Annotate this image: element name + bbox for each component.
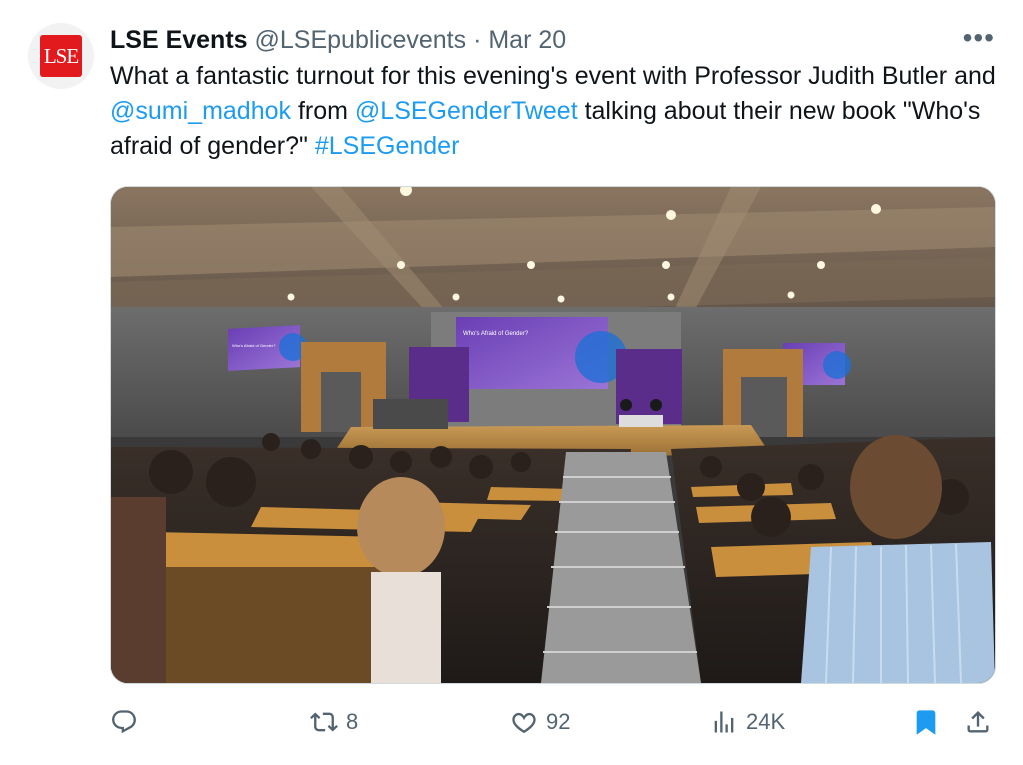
mention-link[interactable]: @LSEGenderTweet [355,97,578,125]
retweet-icon [310,712,338,732]
like-button[interactable]: 92 [510,704,570,740]
separator-dot: · [473,26,482,54]
share-button[interactable] [964,704,992,740]
tweet: LSE LSE Events @LSEpublicevents · Mar 20… [0,0,1023,765]
mention-link[interactable]: @sumi_madhok [110,97,291,125]
tweet-header: LSE Events @LSEpublicevents · Mar 20 [110,24,566,56]
reply-button[interactable] [110,704,146,740]
tweet-text: What a fantastic turnout for this evenin… [110,59,1000,164]
tweet-photo[interactable]: Who's Afraid of Gender? Who's Afraid of … [110,186,996,684]
share-icon [967,711,989,733]
display-name[interactable]: LSE Events [110,26,248,54]
action-bar: 8 92 24K [110,704,994,740]
bookmark-icon [916,710,936,735]
views-button[interactable]: 24K [710,704,785,740]
reply-icon [112,710,136,734]
like-count: 92 [546,709,571,734]
lse-logo: LSE [40,35,82,77]
like-icon [512,712,536,734]
left-screen-title: Who's Afraid of Gender? [232,343,276,348]
views-count: 24K [746,709,786,734]
bookmark-button[interactable] [912,704,940,740]
main-screen-title: Who's Afraid of Gender? [463,331,529,337]
user-handle[interactable]: @LSEpublicevents [255,26,467,54]
tweet-text-part: What a fantastic turnout for this evenin… [110,62,996,90]
avatar[interactable]: LSE [28,23,94,89]
retweet-button[interactable]: 8 [310,704,358,740]
tweet-text-part: from [291,97,355,125]
retweet-count: 8 [346,709,359,734]
more-options-icon[interactable]: ••• [963,24,995,52]
lecture-hall-photo: Who's Afraid of Gender? Who's Afraid of … [111,187,995,683]
tweet-date[interactable]: Mar 20 [488,26,566,54]
views-icon [714,711,734,733]
hashtag-link[interactable]: #LSEGender [315,132,460,160]
avatar-text: LSE [43,43,79,68]
